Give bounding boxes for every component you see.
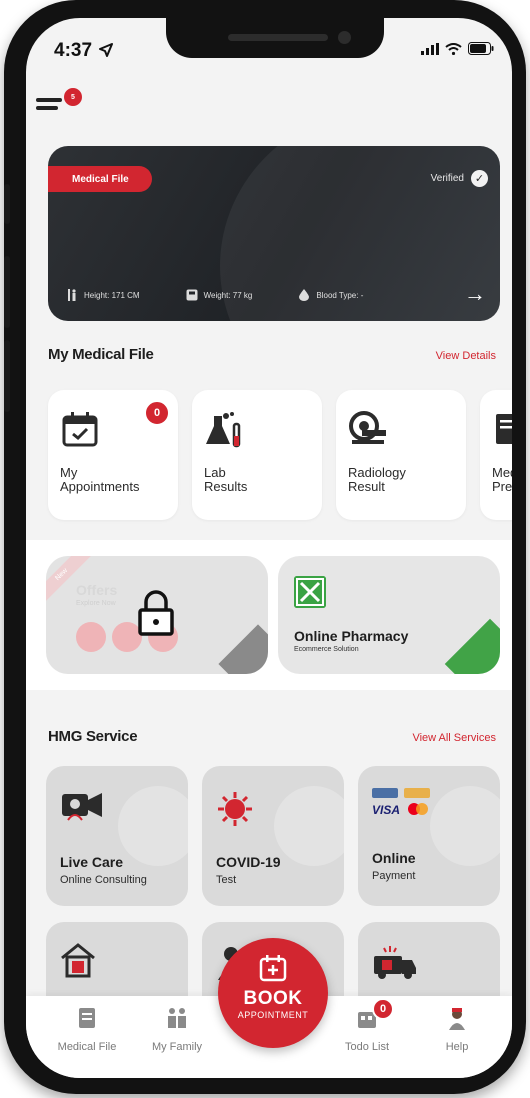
offers-title: Offers <box>76 582 118 598</box>
check-icon: ✓ <box>471 170 488 187</box>
arrow-right-icon[interactable]: → <box>464 281 486 307</box>
my-medical-file-title: My Medical File <box>48 346 154 363</box>
ambulance-icon <box>374 946 416 979</box>
weight-stat: Weight: 77 kg <box>186 289 253 301</box>
offer-icon <box>76 622 106 652</box>
book-appointment-button[interactable]: BOOK APPOINTMENT <box>218 938 328 1048</box>
service-subtitle: Payment <box>372 870 416 882</box>
nav-my-family[interactable]: My Family <box>132 1006 222 1053</box>
family-icon <box>168 1008 186 1028</box>
weight-scale-icon <box>186 289 198 301</box>
volume-up-button <box>4 256 10 328</box>
tile-medical-prescriptions[interactable]: Med Pres <box>480 390 512 520</box>
wifi-icon <box>445 42 462 55</box>
nav-label: Help <box>445 1041 469 1053</box>
lock-icon <box>138 590 174 636</box>
book-title: BOOK <box>243 988 303 1009</box>
status-time: 4:37 <box>54 40 114 62</box>
blood-type-stat: Blood Type: - <box>298 289 363 301</box>
video-doctor-icon <box>62 793 102 821</box>
phone-frame: 4:37 5 Medical File Verified ✓ Height: 1… <box>4 0 526 1094</box>
location-arrow-icon <box>99 43 114 57</box>
payment-cards-icon: VISA <box>372 788 430 817</box>
nav-label: My Family <box>151 1041 203 1053</box>
pharmacy-corner-accent <box>444 618 500 674</box>
service-title: Online <box>372 850 416 866</box>
height-stat: Height: 171 CM <box>68 289 140 301</box>
help-assistant-icon <box>449 1008 465 1030</box>
virus-icon <box>218 792 252 826</box>
online-pharmacy-card[interactable]: Online Pharmacy Ecommerce Solution <box>278 556 500 674</box>
tile-label: Lab Results <box>204 465 248 494</box>
home-health-icon <box>61 943 95 978</box>
nav-medical-file[interactable]: Medical File <box>42 1006 132 1053</box>
battery-icon <box>468 42 494 55</box>
verified-status: Verified ✓ <box>431 170 488 187</box>
cellular-signal-icon <box>421 42 439 55</box>
medical-file-pill: Medical File <box>48 166 152 192</box>
service-background-shape <box>274 786 344 866</box>
offers-subtitle: Explore Now <box>76 600 116 607</box>
mri-scanner-icon <box>349 411 386 444</box>
volume-down-button <box>4 340 10 412</box>
blood-drop-icon <box>299 289 310 301</box>
medical-file-icon <box>79 1008 95 1028</box>
blood-type-value: Blood Type: - <box>316 290 364 300</box>
appointments-badge: 0 <box>144 400 170 426</box>
calendar-check-icon <box>62 412 98 447</box>
service-background-shape <box>118 786 188 866</box>
view-all-services-link[interactable]: View All Services <box>412 732 496 744</box>
nav-label: Medical File <box>57 1041 117 1053</box>
service-subtitle: Online Consulting <box>60 874 147 886</box>
height-icon <box>68 289 76 301</box>
height-value: Height: 171 CM <box>84 290 140 300</box>
tile-my-appointments[interactable]: 0 My Appointments <box>48 390 178 520</box>
offers-card[interactable]: New Offers Explore Now <box>46 556 268 674</box>
weight-value: Weight: 77 kg <box>203 290 253 300</box>
notch-speaker <box>228 34 328 41</box>
tile-label: Med Pres <box>492 465 512 494</box>
nav-todo-list[interactable]: 0 Todo List <box>322 998 412 1053</box>
status-indicators <box>421 42 494 55</box>
service-title: Live Care <box>60 854 124 870</box>
pharmacy-subtitle: Ecommerce Solution <box>294 646 359 653</box>
menu-line <box>36 106 58 110</box>
device-notch <box>166 18 384 58</box>
verified-label: Verified <box>430 173 464 184</box>
view-details-link[interactable]: View Details <box>436 350 496 362</box>
menu-line <box>36 98 62 102</box>
tile-label: Radiology Result <box>348 465 406 494</box>
service-title: COVID-19 <box>216 854 281 870</box>
nav-help[interactable]: Help <box>412 1006 502 1053</box>
service-background-shape <box>430 786 500 866</box>
pharmacy-title: Online Pharmacy <box>294 628 409 644</box>
nav-label: Todo List <box>344 1041 390 1053</box>
book-subtitle: APPOINTMENT <box>237 1010 309 1020</box>
notch-camera <box>338 31 351 44</box>
app-screen: 4:37 5 Medical File Verified ✓ Height: 1… <box>26 18 512 1078</box>
service-subtitle: Test <box>216 874 237 886</box>
service-online-payment[interactable]: VISA Online Payment <box>358 766 500 906</box>
mute-switch <box>4 184 10 224</box>
offers-corner-accent <box>218 624 268 674</box>
service-live-care[interactable]: Live Care Online Consulting <box>46 766 188 906</box>
lab-flask-icon <box>206 412 241 448</box>
pharmacy-logo-icon <box>294 576 326 608</box>
tile-radiology-result[interactable]: Radiology Result <box>336 390 466 520</box>
todo-list-badge: 0 <box>372 998 394 1020</box>
calendar-plus-icon <box>259 955 287 982</box>
service-covid-test[interactable]: COVID-19 Test <box>202 766 344 906</box>
prescription-icon <box>496 414 512 444</box>
tile-lab-results[interactable]: Lab Results <box>192 390 322 520</box>
tile-label: My Appointments <box>60 465 140 494</box>
medical-file-card[interactable]: Medical File Verified ✓ Height: 171 CM W… <box>48 146 500 321</box>
menu-notification-badge: 5 <box>62 86 84 108</box>
svg-text:VISA: VISA <box>372 803 400 817</box>
hmg-service-title: HMG Service <box>48 728 138 745</box>
card-stats: Height: 171 CM Weight: 77 kg Blood Type:… <box>68 289 363 301</box>
